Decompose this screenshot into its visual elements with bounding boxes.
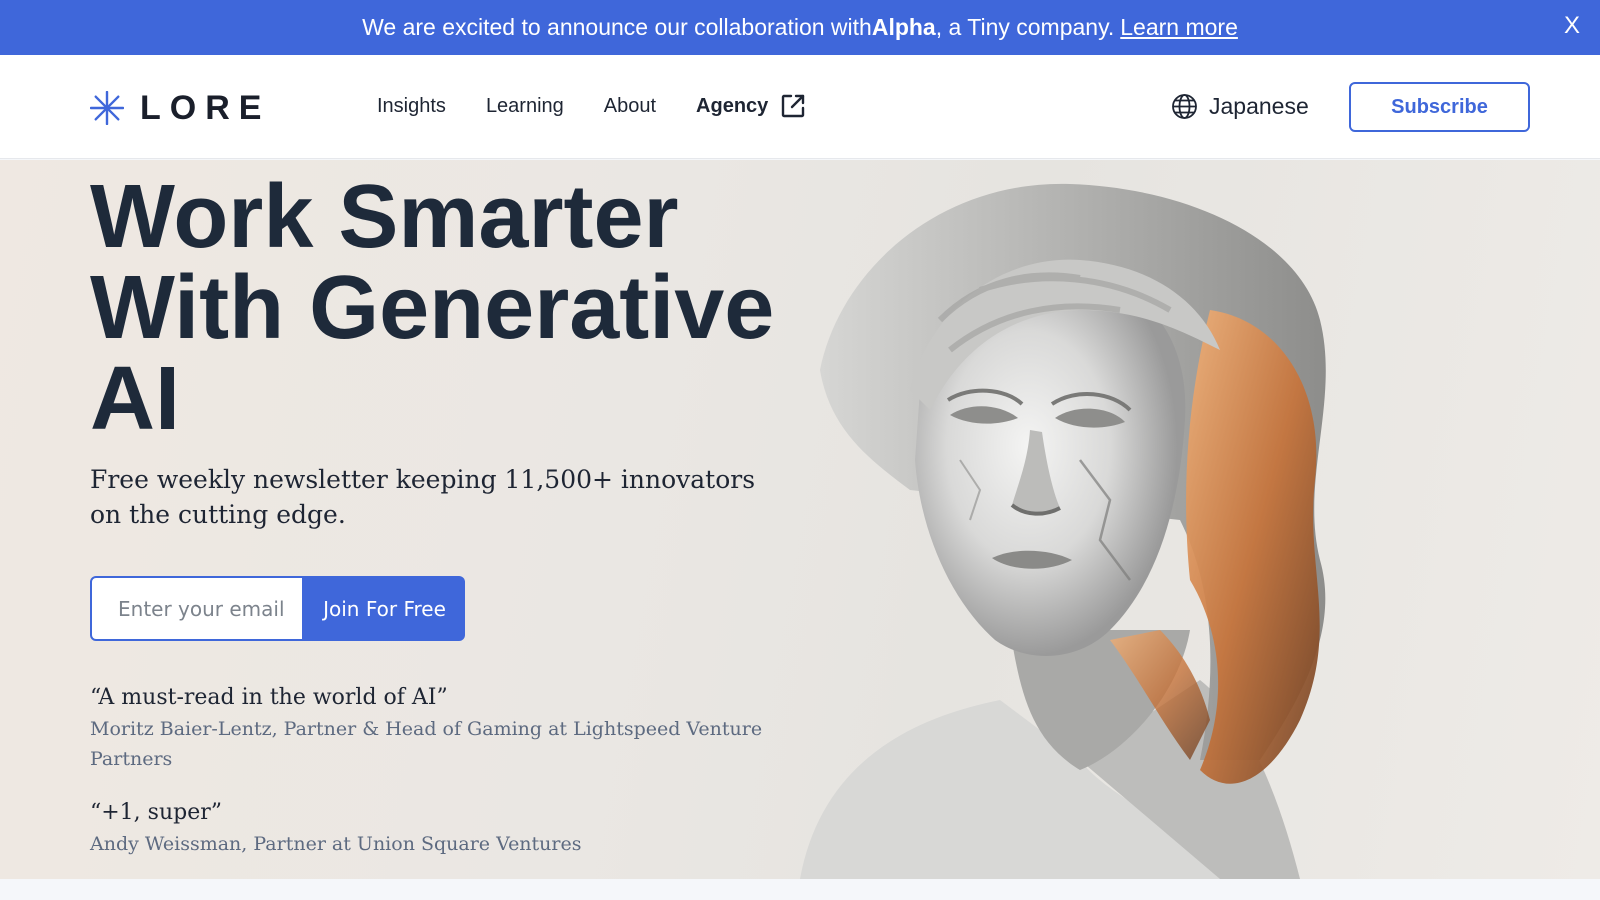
banner-brand: Alpha xyxy=(871,14,936,40)
announcement-banner: We are excited to announce our collabora… xyxy=(0,0,1600,55)
subscribe-button[interactable]: Subscribe xyxy=(1349,82,1530,132)
language-label: Japanese xyxy=(1209,93,1309,119)
signup-form: Join For Free xyxy=(90,576,465,641)
nav-item-about[interactable]: About xyxy=(604,95,656,118)
logo[interactable]: LORE xyxy=(90,83,270,133)
globe-icon xyxy=(1172,94,1197,119)
hero-subhead: Free weekly newsletter keeping 11,500+ i… xyxy=(90,465,756,529)
testimonial-quote: “A must-read in the world of AI” xyxy=(90,685,448,710)
nav-item-agency[interactable]: Agency xyxy=(696,93,806,119)
email-input[interactable] xyxy=(90,576,304,641)
learn-more-link[interactable]: Learn more xyxy=(1120,14,1238,41)
headline-line-3: AI xyxy=(90,349,180,449)
external-link-icon xyxy=(782,94,805,118)
testimonial: “+1, super” Andy Weissman, Partner at Un… xyxy=(90,800,770,859)
banner-text: We are excited to announce our collabora… xyxy=(362,14,872,40)
hero-section: Work Smarter With Generative AI Free wee… xyxy=(0,160,1600,879)
join-button[interactable]: Join For Free xyxy=(304,576,465,641)
nav-item-agency-label: Agency xyxy=(696,94,769,117)
close-icon[interactable]: X xyxy=(1564,12,1580,40)
language-selector[interactable]: Japanese xyxy=(1171,93,1309,120)
headline-line-1: Work Smarter xyxy=(90,167,679,267)
testimonial-author: Moritz Baier-Lentz, Partner & Head of Ga… xyxy=(90,718,763,770)
nav-item-learning[interactable]: Learning xyxy=(486,95,564,118)
asterisk-logo-icon xyxy=(90,91,124,125)
site-header: LORE Insights Learning About Agency Japa… xyxy=(0,55,1600,159)
headline-line-2: With Generative xyxy=(90,258,775,358)
testimonial: “A must-read in the world of AI” Moritz … xyxy=(90,685,770,774)
nav-item-insights[interactable]: Insights xyxy=(377,95,446,118)
main-nav: Insights Learning About Agency xyxy=(377,93,846,119)
hero-headline: Work Smarter With Generative AI xyxy=(90,172,810,445)
banner-text-after: , a Tiny company. xyxy=(935,14,1115,40)
page-background xyxy=(0,879,1600,900)
statue-image xyxy=(800,183,1326,879)
testimonial-author: Andy Weissman, Partner at Union Square V… xyxy=(90,833,582,855)
logo-wordmark: LORE xyxy=(140,88,271,127)
testimonial-quote: “+1, super” xyxy=(90,800,222,825)
